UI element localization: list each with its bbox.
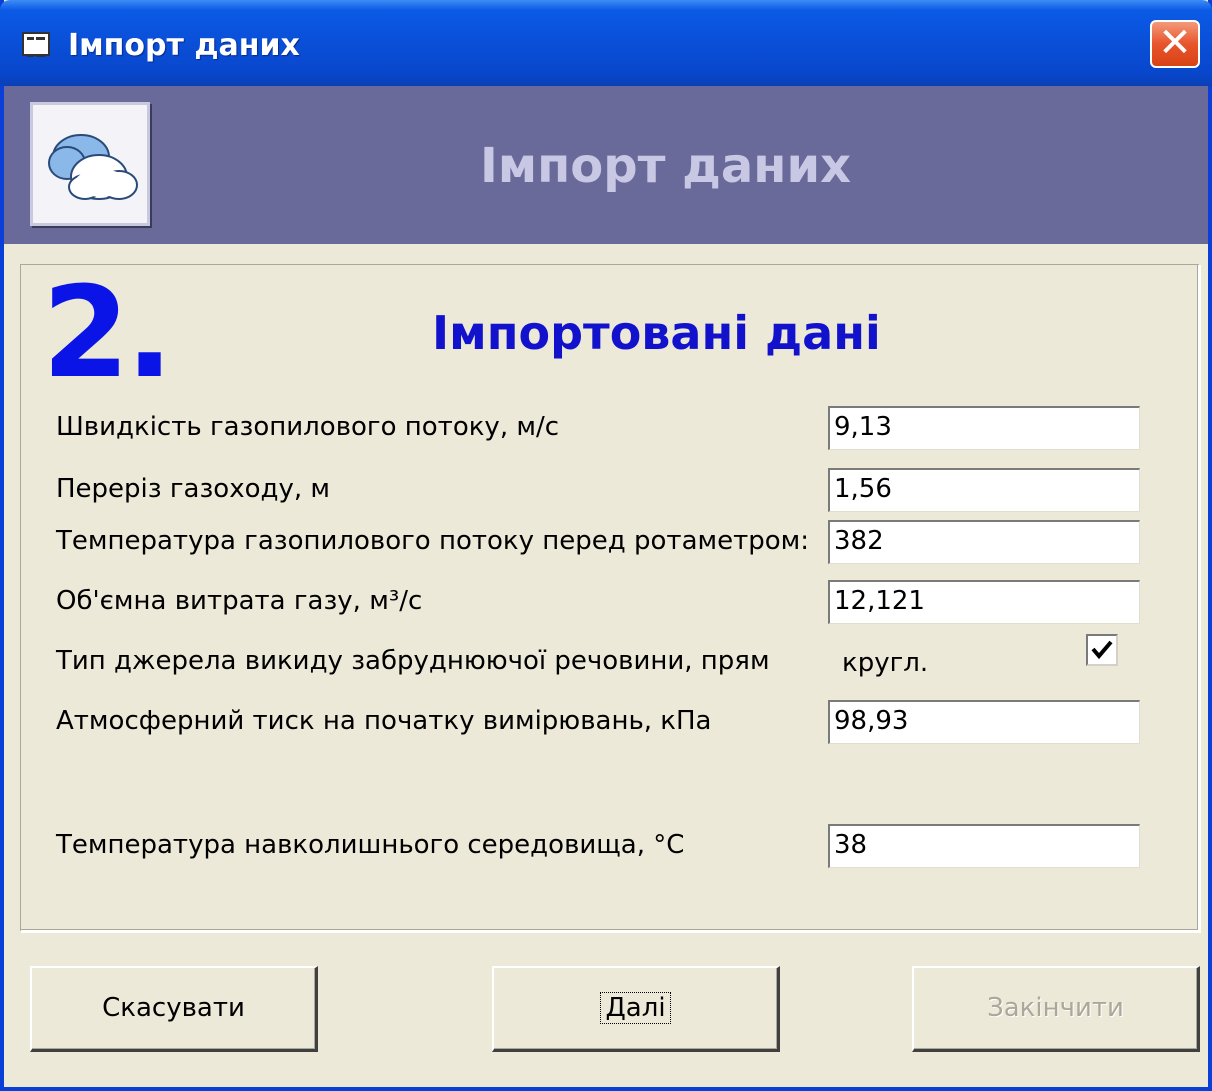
temperature-before-rotameter-label: Температура газопилового потоку перед ро… [56,526,810,556]
ambient-temperature-field[interactable]: 38 [828,824,1140,868]
next-button[interactable]: Далі [492,966,780,1052]
volume-flow-field[interactable]: 12,121 [828,580,1140,624]
volume-flow-label: Об'ємна витрата газу, м³/с [56,586,423,616]
velocity-label: Швидкість газопилового потоку, м/с [56,412,560,442]
ambient-temperature-label: Температура навколишнього середовища, °С [56,830,685,860]
close-button[interactable]: ✕ [1150,20,1200,68]
clouds-icon [30,102,150,226]
window-title: Імпорт даних [68,28,300,63]
step-number: 2. [42,259,174,406]
atmospheric-pressure-label: Атмосферний тиск на початку вимірювань, … [56,706,712,736]
next-button-label: Далі [600,992,671,1024]
finish-button[interactable]: Закінчити [912,966,1200,1052]
import-dialog: Імпорт даних ✕ Імпорт даних 2. Імпортова… [0,0,1212,1091]
source-type-checkbox[interactable] [1086,634,1118,666]
cross-section-field[interactable]: 1,56 [828,468,1140,512]
check-icon [1091,640,1113,660]
cancel-button[interactable]: Скасувати [30,966,318,1052]
wizard-banner: Імпорт даних [4,86,1208,244]
atmospheric-pressure-field[interactable]: 98,93 [828,700,1140,744]
form-icon [22,32,50,57]
banner-title: Імпорт даних [480,138,852,194]
velocity-field[interactable]: 9,13 [828,406,1140,450]
source-type-label: Тип джерела викиду забруднюючої речовини… [56,646,770,676]
cross-section-label: Переріз газоходу, м [56,474,330,504]
title-bar[interactable]: Імпорт даних ✕ [0,0,1212,86]
source-type-option-label: кругл. [842,648,929,678]
step-title: Імпортовані дані [432,306,881,360]
temperature-before-rotameter-field[interactable]: 382 [828,520,1140,564]
